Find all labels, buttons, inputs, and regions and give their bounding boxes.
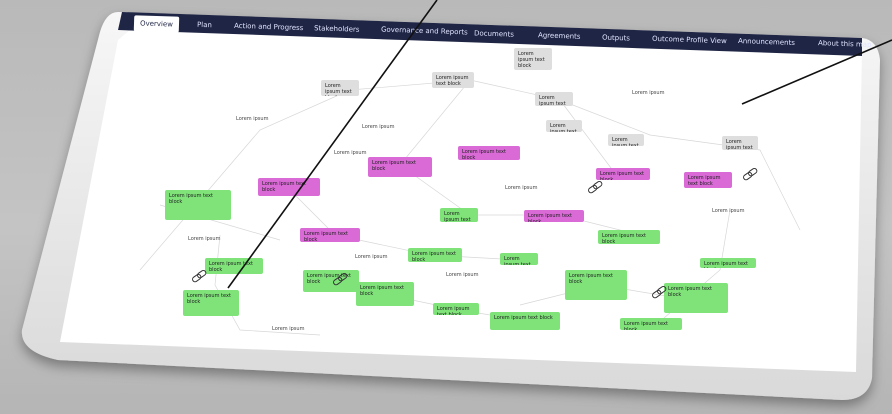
annotation-pointers [227, 0, 892, 289]
pointer-line [741, 39, 892, 105]
pointer-line [227, 0, 438, 289]
